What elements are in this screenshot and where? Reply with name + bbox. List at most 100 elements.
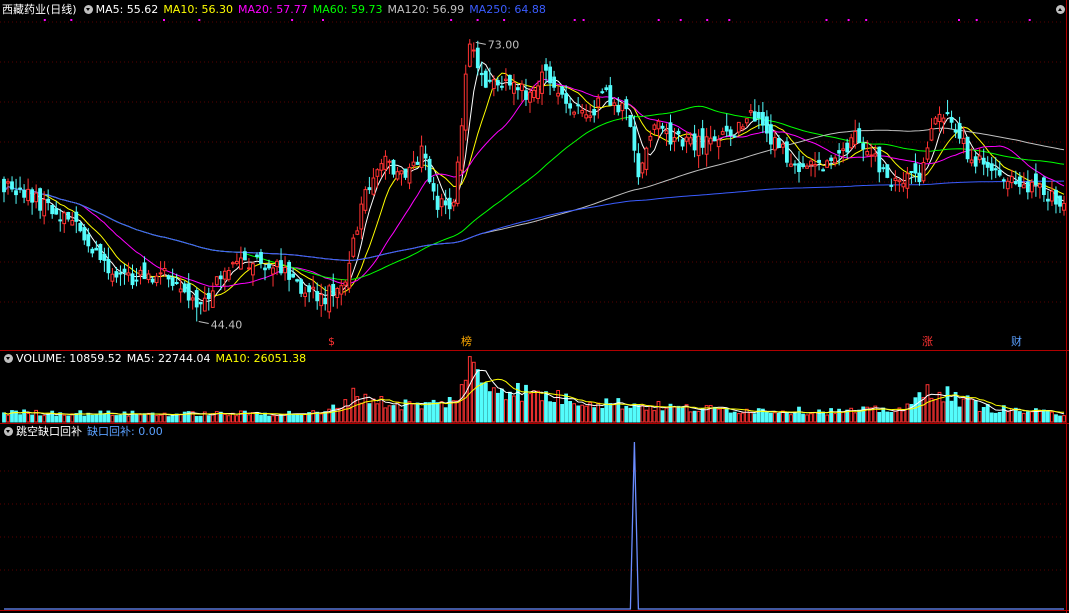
- volume-bar: [287, 410, 292, 423]
- volume-bar: [508, 391, 512, 423]
- volume-bar: [407, 401, 412, 423]
- signal-dot: [476, 19, 479, 21]
- volume-bar: [483, 382, 488, 423]
- event-marker[interactable]: $: [328, 336, 335, 348]
- candle: [395, 171, 400, 180]
- candle: [961, 137, 966, 144]
- dropdown-icon[interactable]: [83, 5, 93, 14]
- candle: [704, 136, 709, 155]
- volume-bar: [785, 411, 789, 423]
- volume-bar: [680, 406, 685, 423]
- candle: [612, 102, 617, 107]
- volume-bar: [235, 415, 239, 423]
- volume-bar: [584, 405, 589, 423]
- volume-bar: [1042, 409, 1046, 423]
- candle: [471, 49, 476, 52]
- volume-bar: [1017, 411, 1022, 423]
- volume-bar: [969, 398, 974, 423]
- dropdown-icon[interactable]: [4, 354, 13, 363]
- event-marker[interactable]: 财: [1011, 336, 1022, 348]
- candle: [913, 163, 918, 174]
- volume-bar: [949, 400, 954, 423]
- volume-bar: [636, 404, 641, 423]
- volume-bar: [981, 407, 986, 423]
- high-label: 73.00: [488, 38, 519, 51]
- candle: [865, 151, 870, 156]
- volume-bar: [1021, 412, 1026, 423]
- volume-bar: [166, 416, 171, 423]
- volume-bar: [524, 384, 528, 423]
- candle: [592, 109, 597, 116]
- candle: [985, 162, 990, 168]
- candle: [90, 248, 95, 254]
- candle: [62, 212, 67, 225]
- volume-bar: [656, 401, 661, 423]
- candle: [78, 223, 83, 232]
- price-panel: 73.00 44.40: [2, 38, 1066, 331]
- candle: [676, 130, 681, 135]
- candle: [608, 85, 613, 106]
- volume-bar: [251, 412, 255, 423]
- volume-bar: [170, 414, 175, 423]
- volume-bar: [239, 410, 243, 423]
- dropdown-icon[interactable]: [4, 427, 13, 436]
- volume-bar: [500, 388, 504, 423]
- volume-bar: [243, 410, 247, 423]
- candle: [560, 86, 565, 95]
- candle: [174, 282, 179, 284]
- candle: [158, 272, 163, 275]
- volume-bar: [929, 397, 934, 423]
- low-label: 44.40: [211, 318, 243, 331]
- volume-bar: [463, 379, 468, 423]
- candle: [86, 234, 91, 247]
- candle: [130, 273, 135, 286]
- candle: [235, 260, 239, 264]
- candle: [624, 99, 629, 110]
- candle: [712, 136, 717, 142]
- candle: [857, 128, 862, 143]
- candle: [467, 43, 472, 67]
- candle: [247, 267, 251, 270]
- candle: [548, 66, 553, 84]
- signal-dot: [322, 19, 324, 21]
- candle: [809, 160, 813, 166]
- event-marker[interactable]: 榜: [461, 336, 472, 348]
- volume-bar: [130, 410, 135, 423]
- signal-dot: [706, 19, 709, 21]
- candle: [102, 253, 107, 261]
- candle: [82, 227, 87, 241]
- volume-bar: [552, 402, 557, 423]
- volume-bar: [66, 415, 71, 423]
- candle: [363, 189, 368, 211]
- candle: [483, 70, 488, 88]
- candle: [933, 117, 938, 125]
- volume-bar: [672, 406, 677, 423]
- candle: [680, 139, 685, 147]
- ma-line-ma120: [3, 127, 1065, 261]
- candle: [881, 167, 886, 170]
- ma-label-5: MA250: 64.88: [469, 3, 546, 16]
- volume-bar: [487, 391, 492, 423]
- candle: [14, 190, 18, 196]
- candle: [648, 135, 653, 141]
- candle: [1009, 176, 1014, 184]
- candle: [218, 275, 223, 280]
- stock-chart-window: 73.00 44.40 西藏药业(日线) MA5: 55.62 MA10: 56.30…: [0, 0, 1069, 613]
- candle: [327, 285, 332, 313]
- candle: [496, 80, 500, 86]
- volume-bar: [267, 415, 271, 423]
- candle: [532, 89, 536, 99]
- candle: [849, 137, 854, 149]
- ma-line-ma60: [3, 105, 1065, 281]
- candle: [6, 181, 10, 184]
- candle: [186, 283, 191, 301]
- candle: [528, 91, 532, 103]
- volume-bar: [114, 415, 119, 423]
- volume-bar: [399, 409, 404, 423]
- volume-bar: [881, 407, 886, 423]
- volume-bar: [769, 412, 773, 423]
- volume-bar: [744, 408, 749, 423]
- candle: [226, 270, 231, 280]
- event-marker[interactable]: 涨: [922, 336, 933, 348]
- collapse-icon[interactable]: [1056, 5, 1065, 14]
